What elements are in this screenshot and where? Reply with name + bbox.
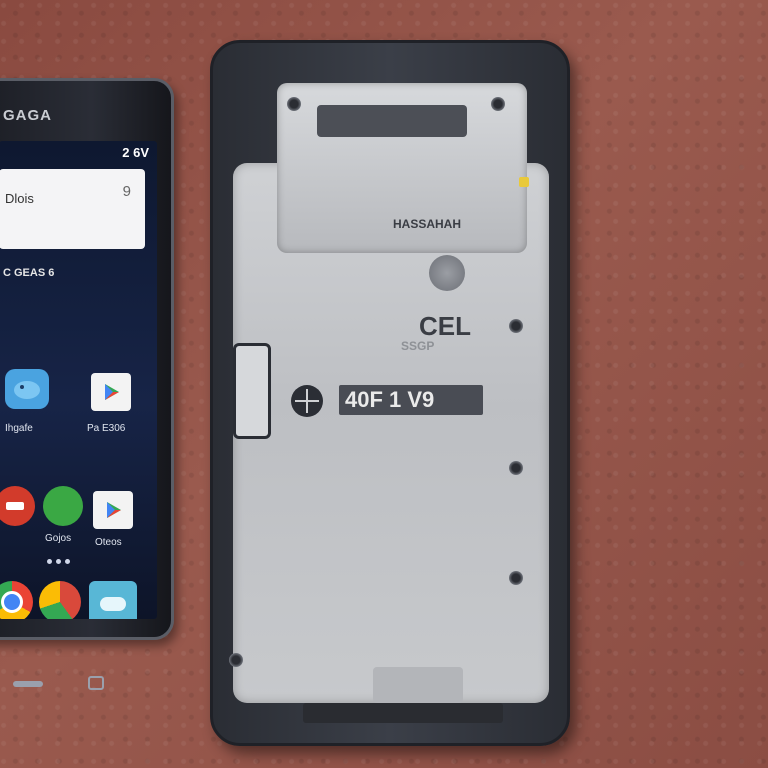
cloud-app-icon[interactable]: [89, 581, 137, 619]
sub-engraving: SSGP: [401, 339, 435, 353]
navigation-bar: [0, 665, 157, 705]
bottom-bracket: [373, 667, 463, 703]
round-component: [429, 255, 465, 291]
screw-icon: [229, 653, 243, 667]
bracket-slot: [317, 105, 467, 137]
play-store-icon[interactable]: [93, 491, 133, 529]
top-bracket: HASSAHAH: [277, 83, 527, 253]
screw-icon: [509, 461, 523, 475]
app-label: Ihgafe: [5, 423, 33, 434]
widget-label: Dlois: [5, 191, 34, 206]
bracket-engraving: HASSAHAH: [393, 217, 462, 231]
screw-icon: [287, 97, 301, 111]
disassembled-phone: HASSAHAH CEL SSGP 40F 1 V9: [210, 40, 570, 746]
maps-icon[interactable]: [39, 581, 81, 619]
app-label: Pa E306: [87, 423, 126, 434]
screw-icon: [509, 319, 523, 333]
search-widget[interactable]: Dlois 9: [0, 169, 145, 249]
app-label: Gojos: [45, 533, 72, 544]
page-indicator: [47, 559, 70, 564]
bird-icon[interactable]: [5, 369, 49, 409]
spec-label: 40F 1 V9: [339, 385, 483, 415]
recents-icon: [88, 676, 104, 690]
home-label: C GEAS 6: [3, 267, 55, 279]
chrome-icon[interactable]: [0, 581, 33, 619]
left-phone: GAGA 2 6V Dlois 9 C GEAS 6 Ihgafe Pa E30…: [0, 78, 174, 690]
screw-icon: [509, 571, 523, 585]
crosshair-icon: [291, 385, 323, 417]
warranty-sticker: [519, 177, 529, 187]
app-label: Oteos: [95, 537, 122, 548]
model-engraving: CEL: [419, 311, 471, 341]
green-circle-icon[interactable]: [43, 486, 83, 526]
status-bar-text: 2 6V: [122, 145, 149, 160]
phone-brand-label: GAGA: [3, 107, 52, 124]
screw-icon: [491, 97, 505, 111]
play-store-icon[interactable]: [91, 373, 131, 411]
widget-icon: 9: [122, 183, 131, 200]
back-icon: [13, 681, 43, 687]
record-icon[interactable]: [0, 486, 35, 526]
phone-screen: 2 6V Dlois 9 C GEAS 6 Ihgafe Pa E306 Goj…: [0, 141, 157, 619]
bottom-connector: [303, 703, 503, 723]
side-cutout: [233, 343, 271, 439]
